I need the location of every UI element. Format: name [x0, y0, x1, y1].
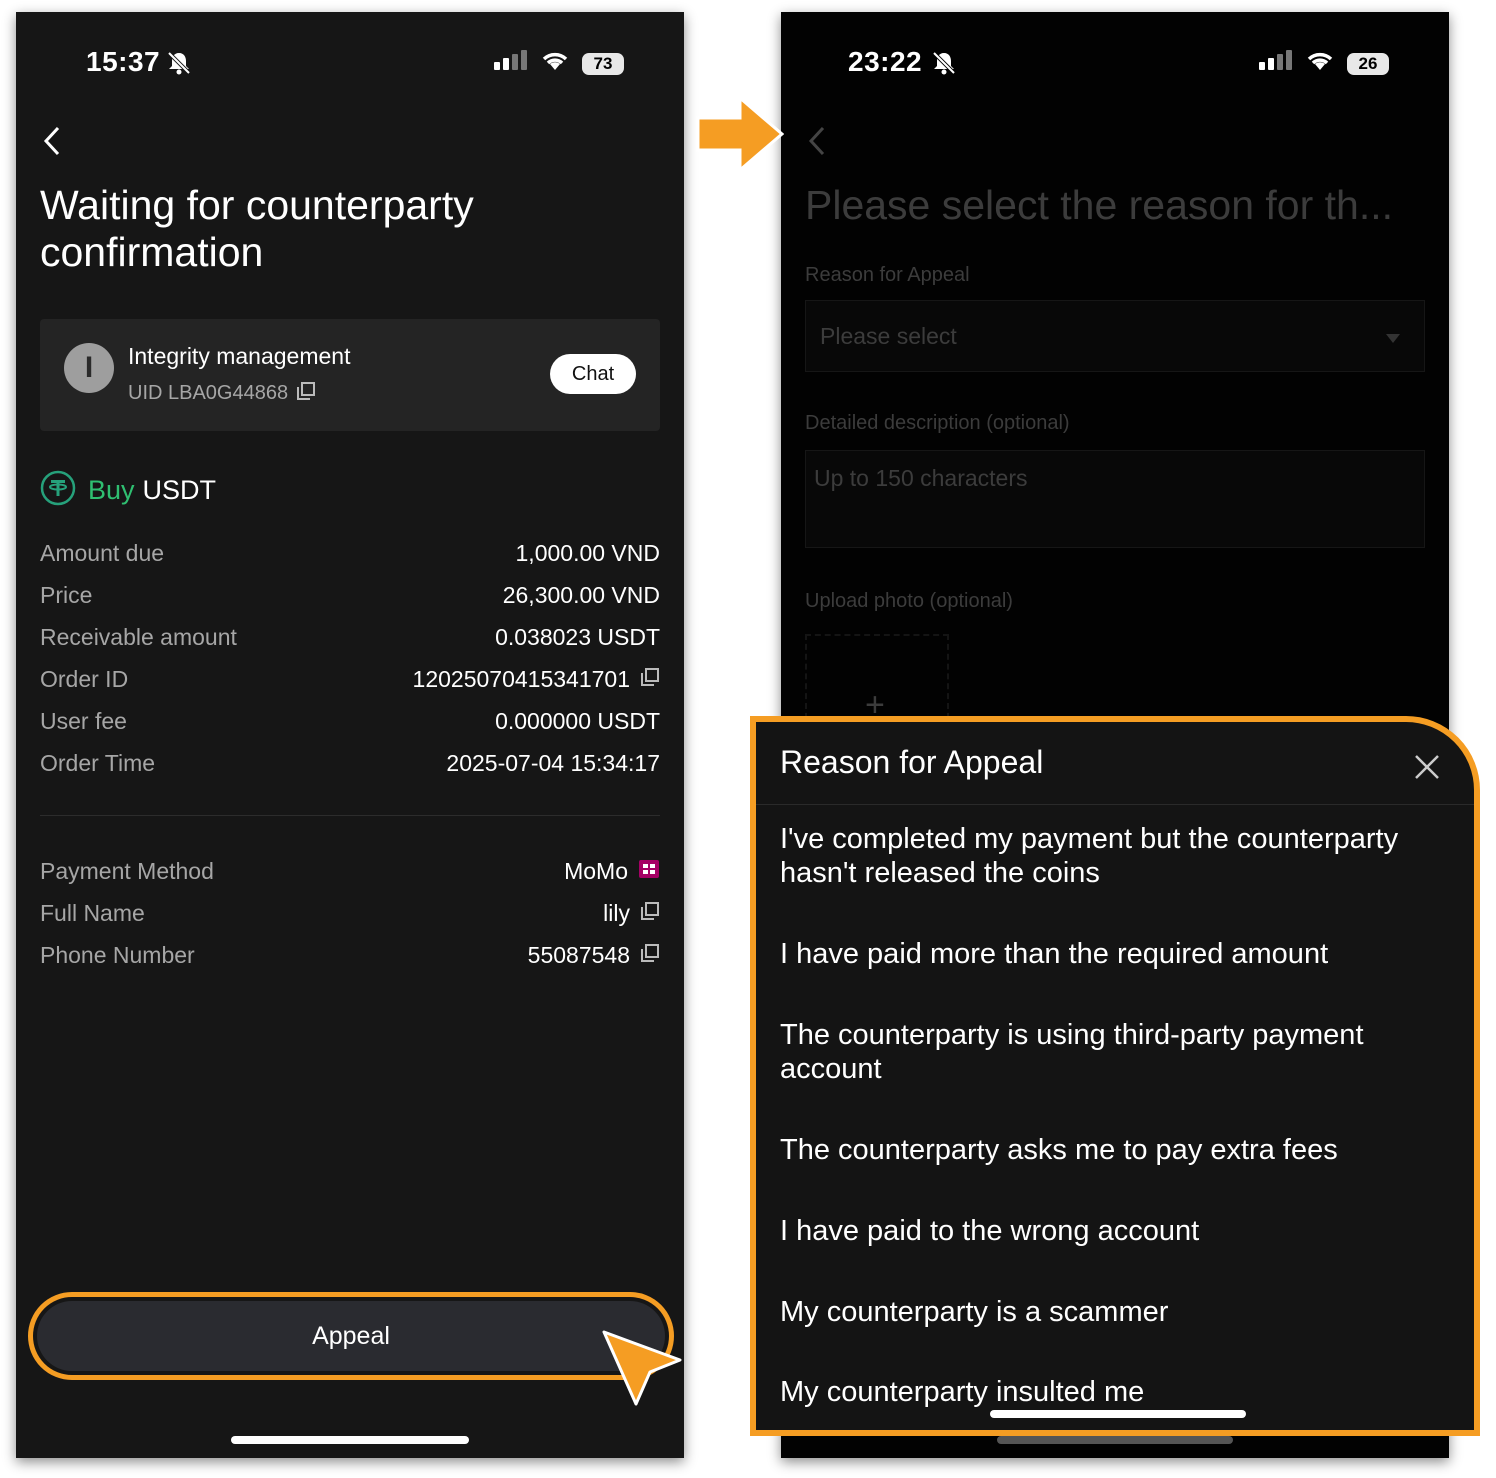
detail-value: 0.038023 USDT: [495, 623, 660, 650]
detail-label: User fee: [40, 707, 127, 734]
detail-value: 1,000.00 VND: [515, 539, 660, 566]
close-icon[interactable]: [1412, 752, 1442, 782]
sheet-title: Reason for Appeal: [780, 744, 1044, 780]
status-time: 23:22: [848, 46, 923, 77]
detail-row: Order ID 12025070415341701: [40, 658, 660, 700]
detail-label: Price: [40, 581, 93, 608]
counterparty-card: I Integrity management UID LBA0G44868 Ch…: [40, 319, 660, 431]
battery-indicator: 73: [582, 52, 624, 75]
bell-muted-icon: [931, 50, 957, 81]
wifi-icon: [1305, 50, 1335, 77]
select-placeholder: Please select: [820, 323, 957, 349]
status-icons: 73: [494, 50, 624, 77]
reason-option[interactable]: I've completed my payment but the counte…: [780, 822, 1420, 890]
reason-option[interactable]: The counterparty is using third-party pa…: [780, 1018, 1420, 1086]
back-chevron-icon[interactable]: [38, 124, 68, 163]
copy-icon[interactable]: [296, 381, 316, 406]
reason-option[interactable]: I have paid to the wrong account: [780, 1214, 1420, 1248]
full-name-value: lily: [603, 899, 630, 926]
pointer-cursor-icon: [600, 1328, 684, 1413]
back-chevron-icon[interactable]: [803, 124, 833, 163]
trade-side: Buy: [88, 475, 135, 505]
avatar: I: [64, 343, 114, 393]
copy-icon[interactable]: [640, 900, 660, 927]
payment-label: Full Name: [40, 899, 145, 926]
payment-value-wrap: MoMo: [564, 858, 660, 885]
home-indicator: [990, 1410, 1246, 1418]
page-title: Waiting for counterparty confirmation: [40, 182, 474, 275]
payment-value-wrap: lily: [603, 900, 660, 927]
momo-logo-icon: [638, 858, 660, 885]
payment-label: Payment Method: [40, 857, 214, 884]
divider: [756, 804, 1474, 805]
payment-method-value: MoMo: [564, 857, 628, 884]
signal-icon: [1259, 50, 1293, 77]
detail-label: Amount due: [40, 539, 165, 566]
reason-select[interactable]: Please select: [805, 300, 1425, 372]
counterparty-name: Integrity management: [128, 343, 351, 369]
wifi-icon: [540, 50, 570, 77]
arrow-right-icon: [696, 94, 785, 177]
copy-icon[interactable]: [640, 942, 660, 969]
reason-option[interactable]: My counterparty is a scammer: [780, 1295, 1420, 1329]
description-input[interactable]: Up to 150 characters: [805, 450, 1425, 548]
reason-label: Reason for Appeal: [805, 264, 970, 286]
reason-sheet: Reason for Appeal I've completed my paym…: [750, 716, 1480, 1436]
detail-value-wrap: 12025070415341701: [413, 666, 660, 693]
detail-row: Order Time 2025-07-04 15:34:17: [40, 742, 660, 784]
description-placeholder: Up to 150 characters: [814, 465, 1028, 491]
detail-label: Receivable amount: [40, 623, 237, 650]
battery-indicator: 26: [1347, 52, 1389, 75]
counterparty-uid: UID LBA0G44868: [128, 382, 289, 404]
reason-option[interactable]: My counterparty insulted me: [780, 1375, 1420, 1409]
upload-label: Upload photo (optional): [805, 590, 1013, 612]
order-id-value: 12025070415341701: [412, 665, 630, 692]
status-icons: 26: [1259, 50, 1389, 77]
payment-details: Payment Method MoMo Full Name lily Phone…: [40, 850, 660, 976]
home-indicator: [231, 1436, 469, 1444]
divider: [40, 815, 660, 816]
appeal-button[interactable]: Appeal: [37, 1301, 665, 1371]
description-label: Detailed description (optional): [805, 412, 1070, 434]
detail-label: Order Time: [40, 749, 156, 776]
payment-row: Phone Number 55087548: [40, 934, 660, 976]
detail-row: Price 26,300.00 VND: [40, 574, 660, 616]
trade-asset: USDT: [142, 475, 217, 505]
home-indicator: [997, 1436, 1233, 1444]
payment-value-wrap: 55087548: [528, 942, 660, 969]
payment-row: Payment Method MoMo: [40, 850, 660, 892]
detail-value: 0.000000 USDT: [495, 707, 660, 734]
detail-row: User fee 0.000000 USDT: [40, 700, 660, 742]
detail-label: Order ID: [40, 665, 129, 692]
reason-option[interactable]: The counterparty asks me to pay extra fe…: [780, 1133, 1420, 1167]
tether-icon: [40, 470, 76, 511]
detail-value: 2025-07-04 15:34:17: [446, 749, 660, 776]
detail-value: 26,300.00 VND: [502, 581, 660, 608]
page-title: Please select the reason for th...: [805, 182, 1393, 228]
payment-label: Phone Number: [40, 941, 195, 968]
appeal-highlight: Appeal: [28, 1292, 674, 1380]
order-screen: 15:37 73 Waiting for counterparty confir…: [16, 12, 684, 1458]
status-time: 15:37: [86, 46, 161, 77]
reason-option[interactable]: I have paid more than the required amoun…: [780, 937, 1420, 971]
caret-down-icon: [1386, 331, 1400, 349]
bell-muted-icon: [166, 50, 192, 81]
chat-button[interactable]: Chat: [550, 354, 636, 394]
payment-row: Full Name lily: [40, 892, 660, 934]
copy-icon[interactable]: [640, 666, 660, 693]
order-details: Amount due 1,000.00 VND Price 26,300.00 …: [40, 532, 660, 784]
detail-row: Amount due 1,000.00 VND: [40, 532, 660, 574]
signal-icon: [494, 50, 528, 77]
trade-header: Buy USDT: [40, 470, 216, 511]
uid-row: UID LBA0G44868: [128, 381, 316, 406]
phone-number-value: 55087548: [527, 941, 630, 968]
detail-row: Receivable amount 0.038023 USDT: [40, 616, 660, 658]
